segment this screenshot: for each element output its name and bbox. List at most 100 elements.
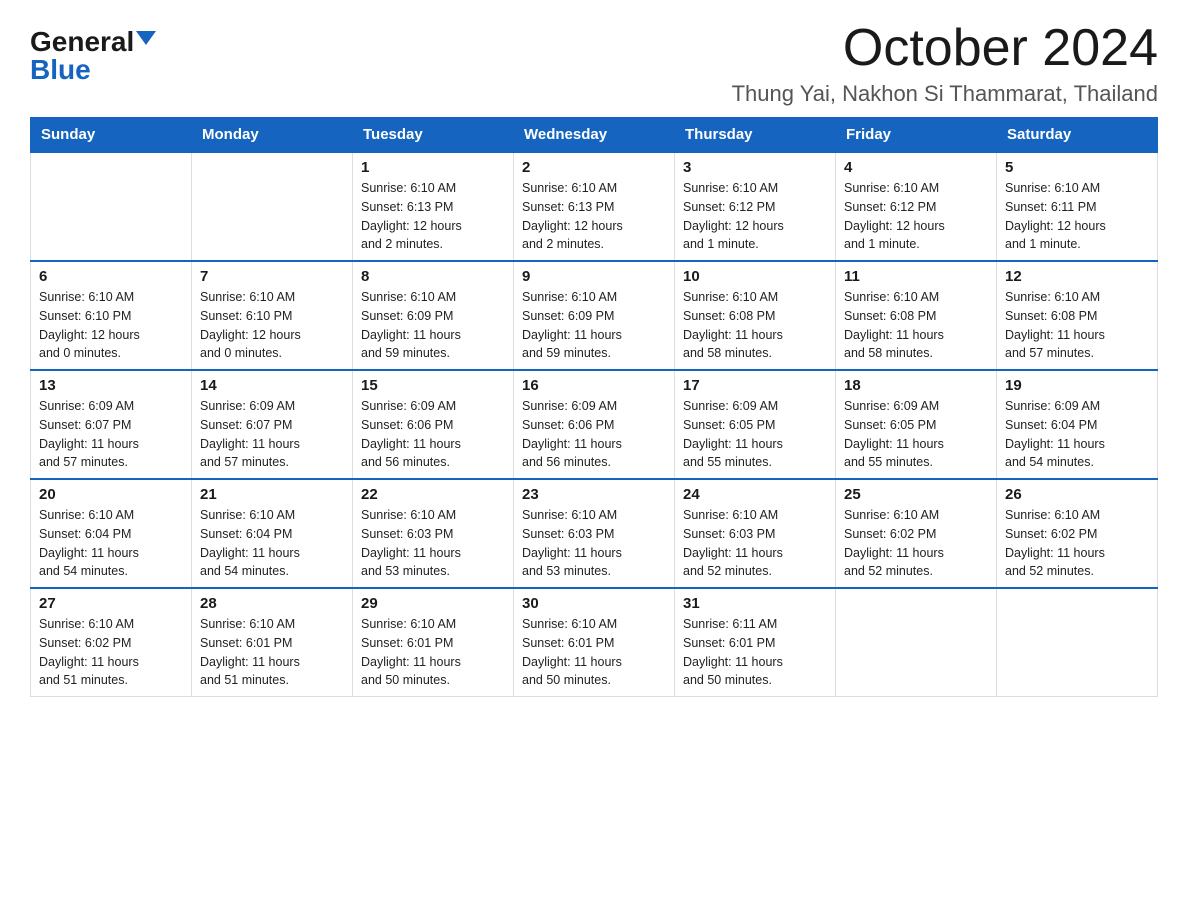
day-info: Sunrise: 6:10 AM Sunset: 6:10 PM Dayligh…	[200, 288, 344, 363]
day-info: Sunrise: 6:10 AM Sunset: 6:13 PM Dayligh…	[361, 179, 505, 254]
day-number: 19	[1005, 377, 1149, 394]
day-info: Sunrise: 6:10 AM Sunset: 6:11 PM Dayligh…	[1005, 179, 1149, 254]
day-info: Sunrise: 6:10 AM Sunset: 6:13 PM Dayligh…	[522, 179, 666, 254]
calendar-cell: 10 Sunrise: 6:10 AM Sunset: 6:08 PM Dayli…	[675, 261, 836, 370]
logo-general-text: General	[30, 28, 134, 56]
day-number: 21	[200, 486, 344, 503]
calendar-cell: 6 Sunrise: 6:10 AM Sunset: 6:10 PM Daylig…	[31, 261, 192, 370]
calendar-body: 1Sunrise: 6:10 AM Sunset: 6:13 PM Daylig…	[31, 152, 1158, 697]
calendar-cell: 12 Sunrise: 6:10 AM Sunset: 6:08 PM Dayli…	[997, 261, 1158, 370]
day-info: Sunrise: 6:10 AM Sunset: 6:01 PM Dayligh…	[200, 615, 344, 690]
day-number: 17	[683, 377, 827, 394]
header-day-friday: Friday	[836, 118, 997, 153]
day-number: 30	[522, 595, 666, 612]
calendar-cell: 17 Sunrise: 6:09 AM Sunset: 6:05 PM Dayli…	[675, 370, 836, 479]
calendar-cell: 7Sunrise: 6:10 AM Sunset: 6:10 PM Daylig…	[192, 261, 353, 370]
calendar-cell: 27 Sunrise: 6:10 AM Sunset: 6:02 PM Dayli…	[31, 588, 192, 697]
day-number: 5	[1005, 159, 1149, 176]
calendar-cell: 1Sunrise: 6:10 AM Sunset: 6:13 PM Daylig…	[353, 152, 514, 261]
calendar-cell: 15Sunrise: 6:09 AM Sunset: 6:06 PM Dayli…	[353, 370, 514, 479]
calendar-cell: 3Sunrise: 6:10 AM Sunset: 6:12 PM Daylig…	[675, 152, 836, 261]
calendar-cell: 11Sunrise: 6:10 AM Sunset: 6:08 PM Dayli…	[836, 261, 997, 370]
day-info: Sunrise: 6:10 AM Sunset: 6:02 PM Dayligh…	[39, 615, 183, 690]
day-info: Sunrise: 6:09 AM Sunset: 6:04 PM Dayligh…	[1005, 397, 1149, 472]
header-day-saturday: Saturday	[997, 118, 1158, 153]
header-row: SundayMondayTuesdayWednesdayThursdayFrid…	[31, 118, 1158, 153]
header-day-tuesday: Tuesday	[353, 118, 514, 153]
calendar-cell: 4 Sunrise: 6:10 AM Sunset: 6:12 PM Daylig…	[836, 152, 997, 261]
day-info: Sunrise: 6:10 AM Sunset: 6:10 PM Dayligh…	[39, 288, 183, 363]
week-row-3: 13 Sunrise: 6:09 AM Sunset: 6:07 PM Dayli…	[31, 370, 1158, 479]
logo-blue-text: Blue	[30, 54, 91, 85]
day-info: Sunrise: 6:10 AM Sunset: 6:02 PM Dayligh…	[1005, 506, 1149, 581]
calendar-cell: 13 Sunrise: 6:09 AM Sunset: 6:07 PM Dayli…	[31, 370, 192, 479]
calendar-cell: 19 Sunrise: 6:09 AM Sunset: 6:04 PM Dayli…	[997, 370, 1158, 479]
day-info: Sunrise: 6:09 AM Sunset: 6:05 PM Dayligh…	[683, 397, 827, 472]
page-header: General Blue October 2024 Thung Yai, Nak…	[30, 20, 1158, 107]
day-number: 13	[39, 377, 183, 394]
day-info: Sunrise: 6:10 AM Sunset: 6:03 PM Dayligh…	[683, 506, 827, 581]
week-row-1: 1Sunrise: 6:10 AM Sunset: 6:13 PM Daylig…	[31, 152, 1158, 261]
day-number: 23	[522, 486, 666, 503]
header-day-thursday: Thursday	[675, 118, 836, 153]
day-info: Sunrise: 6:10 AM Sunset: 6:04 PM Dayligh…	[39, 506, 183, 581]
week-row-5: 27 Sunrise: 6:10 AM Sunset: 6:02 PM Dayli…	[31, 588, 1158, 697]
day-info: Sunrise: 6:09 AM Sunset: 6:07 PM Dayligh…	[39, 397, 183, 472]
day-number: 28	[200, 595, 344, 612]
day-number: 24	[683, 486, 827, 503]
calendar-cell	[192, 152, 353, 261]
day-number: 26	[1005, 486, 1149, 503]
day-info: Sunrise: 6:10 AM Sunset: 6:08 PM Dayligh…	[1005, 288, 1149, 363]
day-info: Sunrise: 6:10 AM Sunset: 6:08 PM Dayligh…	[683, 288, 827, 363]
location-title: Thung Yai, Nakhon Si Thammarat, Thailand	[732, 81, 1158, 107]
header-day-wednesday: Wednesday	[514, 118, 675, 153]
day-number: 10	[683, 268, 827, 285]
day-number: 29	[361, 595, 505, 612]
day-info: Sunrise: 6:10 AM Sunset: 6:09 PM Dayligh…	[522, 288, 666, 363]
day-number: 14	[200, 377, 344, 394]
title-area: October 2024 Thung Yai, Nakhon Si Thamma…	[732, 20, 1158, 107]
day-number: 16	[522, 377, 666, 394]
day-number: 20	[39, 486, 183, 503]
calendar-cell: 20 Sunrise: 6:10 AM Sunset: 6:04 PM Dayli…	[31, 479, 192, 588]
calendar-cell: 28 Sunrise: 6:10 AM Sunset: 6:01 PM Dayli…	[192, 588, 353, 697]
calendar-cell: 14 Sunrise: 6:09 AM Sunset: 6:07 PM Dayli…	[192, 370, 353, 479]
calendar-cell: 24 Sunrise: 6:10 AM Sunset: 6:03 PM Dayli…	[675, 479, 836, 588]
day-info: Sunrise: 6:09 AM Sunset: 6:07 PM Dayligh…	[200, 397, 344, 472]
day-info: Sunrise: 6:10 AM Sunset: 6:09 PM Dayligh…	[361, 288, 505, 363]
week-row-4: 20 Sunrise: 6:10 AM Sunset: 6:04 PM Dayli…	[31, 479, 1158, 588]
day-number: 2	[522, 159, 666, 176]
calendar-header: SundayMondayTuesdayWednesdayThursdayFrid…	[31, 118, 1158, 153]
day-info: Sunrise: 6:10 AM Sunset: 6:04 PM Dayligh…	[200, 506, 344, 581]
header-day-sunday: Sunday	[31, 118, 192, 153]
calendar-cell: 23 Sunrise: 6:10 AM Sunset: 6:03 PM Dayli…	[514, 479, 675, 588]
day-info: Sunrise: 6:10 AM Sunset: 6:12 PM Dayligh…	[844, 179, 988, 254]
calendar-cell: 2 Sunrise: 6:10 AM Sunset: 6:13 PM Daylig…	[514, 152, 675, 261]
calendar-cell: 5 Sunrise: 6:10 AM Sunset: 6:11 PM Daylig…	[997, 152, 1158, 261]
calendar-cell: 21 Sunrise: 6:10 AM Sunset: 6:04 PM Dayli…	[192, 479, 353, 588]
day-info: Sunrise: 6:10 AM Sunset: 6:01 PM Dayligh…	[522, 615, 666, 690]
calendar-cell: 18Sunrise: 6:09 AM Sunset: 6:05 PM Dayli…	[836, 370, 997, 479]
day-number: 9	[522, 268, 666, 285]
day-info: Sunrise: 6:09 AM Sunset: 6:06 PM Dayligh…	[361, 397, 505, 472]
day-number: 4	[844, 159, 988, 176]
day-number: 6	[39, 268, 183, 285]
header-day-monday: Monday	[192, 118, 353, 153]
calendar-cell: 22Sunrise: 6:10 AM Sunset: 6:03 PM Dayli…	[353, 479, 514, 588]
calendar-cell: 29Sunrise: 6:10 AM Sunset: 6:01 PM Dayli…	[353, 588, 514, 697]
calendar-cell: 30 Sunrise: 6:10 AM Sunset: 6:01 PM Dayli…	[514, 588, 675, 697]
calendar-cell: 8Sunrise: 6:10 AM Sunset: 6:09 PM Daylig…	[353, 261, 514, 370]
week-row-2: 6 Sunrise: 6:10 AM Sunset: 6:10 PM Daylig…	[31, 261, 1158, 370]
day-info: Sunrise: 6:10 AM Sunset: 6:12 PM Dayligh…	[683, 179, 827, 254]
logo-triangle-icon	[136, 31, 156, 45]
day-number: 11	[844, 268, 988, 285]
calendar-table: SundayMondayTuesdayWednesdayThursdayFrid…	[30, 117, 1158, 697]
day-info: Sunrise: 6:11 AM Sunset: 6:01 PM Dayligh…	[683, 615, 827, 690]
day-info: Sunrise: 6:10 AM Sunset: 6:03 PM Dayligh…	[522, 506, 666, 581]
calendar-cell	[997, 588, 1158, 697]
day-number: 25	[844, 486, 988, 503]
day-number: 27	[39, 595, 183, 612]
day-number: 12	[1005, 268, 1149, 285]
day-info: Sunrise: 6:09 AM Sunset: 6:06 PM Dayligh…	[522, 397, 666, 472]
calendar-cell: 9 Sunrise: 6:10 AM Sunset: 6:09 PM Daylig…	[514, 261, 675, 370]
